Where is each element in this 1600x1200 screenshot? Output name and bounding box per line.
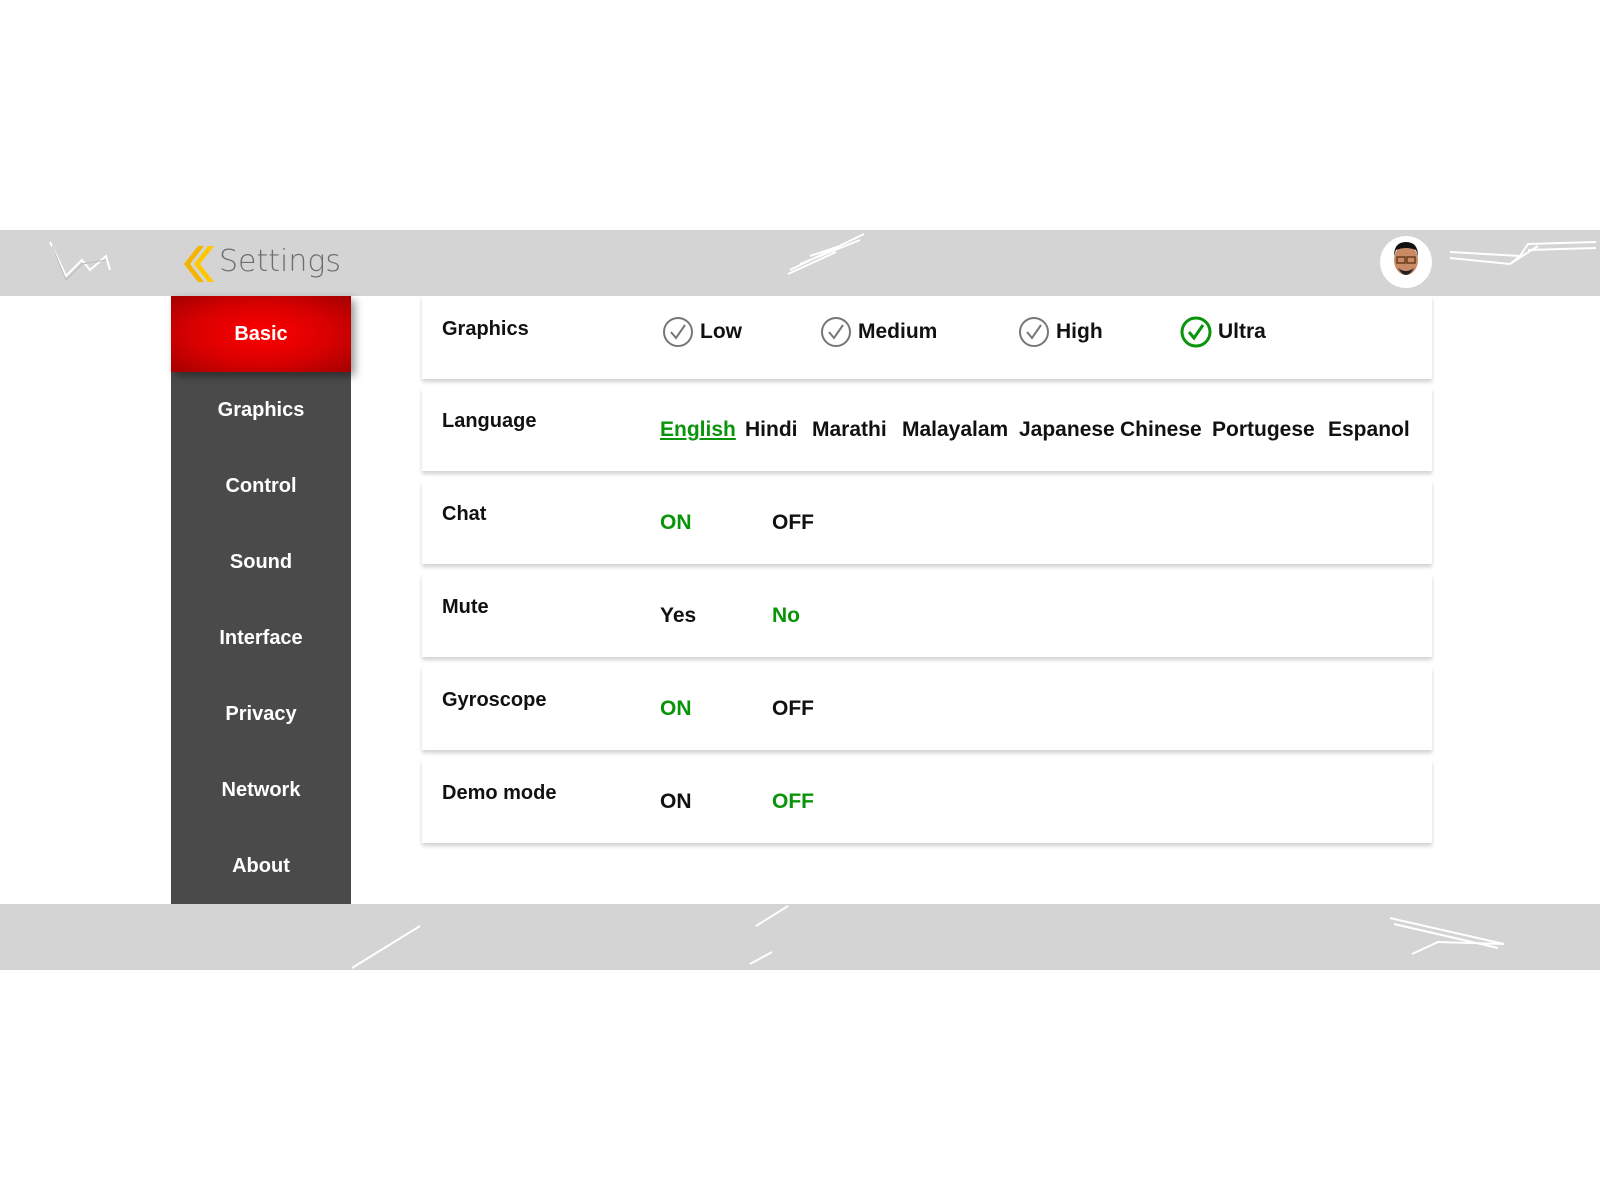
graphics-option-medium[interactable]: Medium bbox=[820, 316, 937, 348]
chat-setting-card: Chat ON OFF bbox=[422, 481, 1432, 564]
option-label: English bbox=[660, 418, 736, 441]
demo-mode-label: Demo mode bbox=[442, 782, 557, 804]
check-circle-selected-icon bbox=[1180, 316, 1212, 348]
check-circle-icon bbox=[1019, 317, 1049, 347]
demo-mode-setting-card: Demo mode ON OFF bbox=[422, 760, 1432, 843]
gyroscope-option-off[interactable]: OFF bbox=[772, 697, 814, 721]
option-label: Medium bbox=[858, 320, 938, 343]
lightning-decoration-icon bbox=[1449, 241, 1597, 266]
sidebar-item-graphics[interactable]: Graphics bbox=[171, 372, 351, 448]
mute-option-yes[interactable]: Yes bbox=[660, 604, 696, 628]
avatar-face-icon bbox=[1390, 242, 1422, 288]
sidebar-item-privacy[interactable]: Privacy bbox=[171, 676, 351, 752]
language-option-portugese[interactable]: Portugese bbox=[1212, 418, 1315, 442]
back-chevron-icon[interactable] bbox=[178, 244, 214, 284]
chat-option-off[interactable]: OFF bbox=[772, 511, 814, 535]
sidebar-item-basic[interactable]: Basic bbox=[171, 296, 351, 372]
mute-option-no[interactable]: No bbox=[772, 604, 800, 628]
language-option-english[interactable]: English bbox=[660, 418, 736, 442]
mute-setting-card: Mute Yes No bbox=[422, 574, 1432, 657]
sidebar-item-network[interactable]: Network bbox=[171, 752, 351, 828]
graphics-option-high[interactable]: High bbox=[1018, 316, 1103, 348]
gyroscope-label: Gyroscope bbox=[442, 689, 547, 711]
language-setting-card: Language English Hindi Marathi Malayalam… bbox=[422, 388, 1432, 471]
lightning-decoration-icon bbox=[787, 233, 865, 275]
graphics-option-low[interactable]: Low bbox=[662, 316, 742, 348]
sidebar-item-sound[interactable]: Sound bbox=[171, 524, 351, 600]
demo-mode-option-off[interactable]: OFF bbox=[772, 790, 814, 814]
check-circle-icon bbox=[821, 317, 851, 347]
language-option-japanese[interactable]: Japanese bbox=[1019, 418, 1115, 442]
chat-label: Chat bbox=[442, 503, 487, 525]
option-label: High bbox=[1056, 320, 1103, 343]
user-avatar[interactable] bbox=[1380, 236, 1432, 288]
mute-label: Mute bbox=[442, 596, 489, 618]
language-option-malayalam[interactable]: Malayalam bbox=[902, 418, 1008, 442]
line-decoration-icon bbox=[749, 905, 789, 965]
graphics-label: Graphics bbox=[442, 318, 529, 340]
sidebar: Basic Graphics Control Sound Interface P… bbox=[171, 296, 351, 904]
language-option-hindi[interactable]: Hindi bbox=[745, 418, 798, 442]
line-decoration-icon bbox=[351, 925, 421, 969]
arrow-decoration-icon bbox=[1389, 917, 1505, 955]
zigzag-decoration-icon bbox=[49, 241, 111, 280]
language-label: Language bbox=[442, 410, 537, 432]
graphics-option-ultra[interactable]: Ultra bbox=[1180, 316, 1266, 348]
chat-option-on[interactable]: ON bbox=[660, 511, 692, 535]
language-option-marathi[interactable]: Marathi bbox=[812, 418, 887, 442]
language-option-espanol[interactable]: Espanol bbox=[1328, 418, 1410, 442]
footer-bar bbox=[0, 904, 1600, 970]
language-option-chinese[interactable]: Chinese bbox=[1120, 418, 1202, 442]
page-title: Settings bbox=[219, 244, 342, 279]
check-circle-icon bbox=[663, 317, 693, 347]
sidebar-item-about[interactable]: About bbox=[171, 828, 351, 904]
sidebar-item-interface[interactable]: Interface bbox=[171, 600, 351, 676]
gyroscope-option-on[interactable]: ON bbox=[660, 697, 692, 721]
option-label: Low bbox=[700, 320, 742, 343]
gyroscope-setting-card: Gyroscope ON OFF bbox=[422, 667, 1432, 750]
demo-mode-option-on[interactable]: ON bbox=[660, 790, 692, 814]
sidebar-item-control[interactable]: Control bbox=[171, 448, 351, 524]
option-label: Ultra bbox=[1218, 320, 1266, 343]
graphics-setting-card: Graphics Low Medium High Ultra bbox=[422, 296, 1432, 379]
